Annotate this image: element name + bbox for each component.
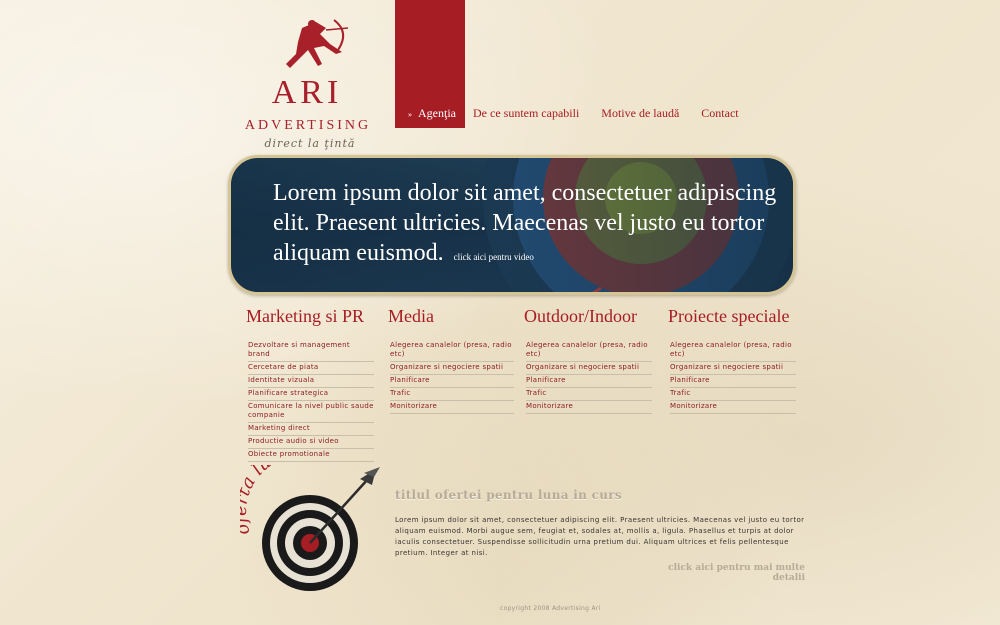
service-list: Dezvoltare si management brand Cercetare… [248,340,374,462]
logo-mark: ARI [271,74,343,111]
offer-target-icon: oferta lunii [240,465,380,591]
main-nav: » Agenţia De ce suntem capabili Motive de… [398,103,761,123]
list-item[interactable]: Comunicare la nivel public saude compani… [248,401,374,423]
service-list: Alegerea canalelor (presa, radio etc) Or… [670,340,796,414]
list-item[interactable]: Planificare strategica [248,388,374,401]
list-item[interactable]: Trafic [670,388,796,401]
logo-wordmark: ADVERTISING [244,118,372,133]
list-item[interactable]: Productie audio si video [248,436,374,449]
offer-details-link[interactable]: click aici pentru mai multe detalii [655,563,805,583]
hero-video-link[interactable]: click aici pentru video [454,252,534,262]
hero-text: Lorem ipsum dolor sit amet, consectetuer… [273,178,783,272]
list-item[interactable]: Organizare si negociere spatii [670,362,796,375]
list-item[interactable]: Monitorizare [390,401,514,414]
column-outdoor: Outdoor/Indoor Alegerea canalelor (presa… [524,304,652,414]
nav-item-contact[interactable]: Contact [701,106,738,121]
column-title[interactable]: Proiecte speciale [668,304,796,328]
offer-title[interactable]: titlul ofertei pentru luna in curs [395,488,622,502]
nav-item-label: Agenţia [418,105,456,120]
list-item[interactable]: Monitorizare [526,401,652,414]
column-special-projects: Proiecte speciale Alegerea canalelor (pr… [668,304,796,414]
service-list: Alegerea canalelor (presa, radio etc) Or… [390,340,514,414]
list-item[interactable]: Alegerea canalelor (presa, radio etc) [670,340,796,362]
nav-item-agentia[interactable]: » Agenţia [398,106,456,121]
list-item[interactable]: Identitate vizuala [248,375,374,388]
list-item[interactable]: Marketing direct [248,423,374,436]
archer-icon [286,19,349,68]
column-media: Media Alegerea canalelor (presa, radio e… [388,304,514,414]
list-item[interactable]: Monitorizare [670,401,796,414]
column-title[interactable]: Outdoor/Indoor [524,304,652,328]
list-item[interactable]: Dezvoltare si management brand [248,340,374,362]
column-title[interactable]: Marketing si PR [246,304,374,328]
list-item[interactable]: Trafic [390,388,514,401]
nav-item-capabilities[interactable]: De ce suntem capabili [473,106,579,121]
list-item[interactable]: Obiecte promotionale [248,449,374,462]
list-item[interactable]: Organizare si negociere spatii [390,362,514,375]
list-item[interactable]: Planificare [670,375,796,388]
list-item[interactable]: Trafic [526,388,652,401]
offer-description: Lorem ipsum dolor sit amet, consectetuer… [395,516,805,557]
hero-banner: Lorem ipsum dolor sit amet, consectetuer… [228,155,796,295]
list-item[interactable]: Planificare [390,375,514,388]
list-item[interactable]: Organizare si negociere spatii [526,362,652,375]
footer-copyright: copyright 2008 Advertising Ari [500,605,601,612]
logo-tagline: direct la ţintă [264,137,356,150]
column-marketing: Marketing si PR Dezvoltare si management… [246,304,374,462]
list-item[interactable]: Alegerea canalelor (presa, radio etc) [526,340,652,362]
nav-item-reasons[interactable]: Motive de laudă [601,106,679,121]
logo[interactable]: ARI ADVERTISING direct la ţintă [236,18,376,150]
list-item[interactable]: Alegerea canalelor (presa, radio etc) [390,340,514,362]
bullet-icon: » [408,109,412,119]
list-item[interactable]: Planificare [526,375,652,388]
list-item[interactable]: Cercetare de piata [248,362,374,375]
service-list: Alegerea canalelor (presa, radio etc) Or… [526,340,652,414]
column-title[interactable]: Media [388,304,514,328]
